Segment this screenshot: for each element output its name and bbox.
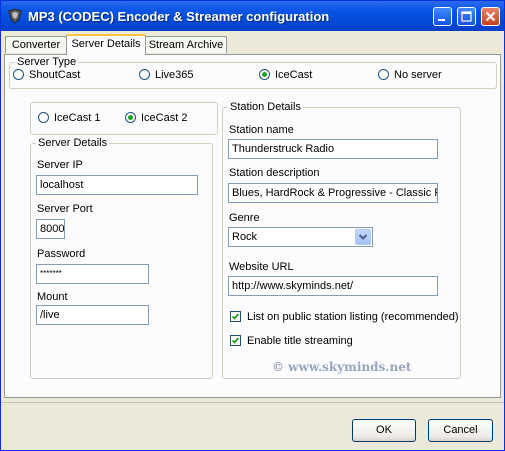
minimize-icon — [438, 19, 445, 21]
watermark: © www.skyminds.net — [272, 360, 412, 374]
server-type-group: Server Type ShoutCast Live365 IceCast No… — [9, 56, 497, 89]
cancel-button[interactable]: Cancel — [428, 419, 493, 442]
server-ip-label: Server IP — [37, 159, 83, 171]
chevron-down-icon — [358, 234, 368, 240]
genre-select[interactable]: Rock — [228, 227, 373, 247]
public-listing-checkbox[interactable]: List on public station listing (recommen… — [230, 311, 459, 324]
radio-icon — [378, 69, 389, 80]
password-label: Password — [37, 248, 86, 260]
app-icon — [8, 8, 22, 24]
checkbox-icon — [230, 311, 241, 322]
server-details-panel: Server Type ShoutCast Live365 IceCast No… — [4, 54, 501, 398]
server-type-legend: Server Type — [15, 56, 79, 69]
title-bar[interactable]: MP3 (CODEC) Encoder & Streamer configura… — [1, 1, 504, 31]
tab-stream-archive[interactable]: Stream Archive — [145, 36, 227, 53]
dropdown-button[interactable] — [355, 229, 371, 245]
maximize-icon — [461, 11, 472, 22]
website-url-input[interactable]: http://www.skyminds.net/ — [228, 276, 438, 296]
title-streaming-checkbox[interactable]: Enable title streaming — [230, 335, 353, 348]
server-port-label: Server Port — [37, 203, 93, 215]
server-details-group: Server Details Server IP localhost Serve… — [30, 137, 213, 379]
tab-strip: Converter Server Details Stream Archive — [4, 34, 501, 55]
close-icon — [485, 11, 496, 22]
radio-shoutcast[interactable]: ShoutCast — [13, 69, 80, 82]
radio-icon — [139, 69, 150, 80]
dialog-window: MP3 (CODEC) Encoder & Streamer configura… — [0, 0, 505, 451]
radio-icecast[interactable]: IceCast — [259, 69, 312, 82]
station-description-input[interactable]: Blues, HardRock & Progressive - Classic … — [228, 183, 438, 203]
close-button[interactable] — [481, 7, 500, 26]
website-url-label: Website URL — [229, 261, 294, 273]
icecast-version-group: IceCast 1 IceCast 2 — [30, 102, 218, 135]
station-description-label: Station description — [229, 167, 320, 179]
station-name-input[interactable]: Thunderstruck Radio — [228, 139, 438, 159]
radio-no-server[interactable]: No server — [378, 69, 442, 82]
radio-icecast-1[interactable]: IceCast 1 — [38, 112, 100, 125]
mount-input[interactable]: /live — [36, 305, 149, 325]
genre-value: Rock — [232, 231, 258, 243]
mount-label: Mount — [37, 291, 68, 303]
radio-selected-icon — [125, 112, 136, 123]
server-ip-input[interactable]: localhost — [36, 175, 198, 195]
station-details-legend: Station Details — [228, 101, 303, 114]
server-port-input[interactable]: 8000 — [36, 219, 65, 239]
minimize-button[interactable] — [433, 7, 452, 26]
radio-selected-icon — [259, 69, 270, 80]
radio-live365[interactable]: Live365 — [139, 69, 194, 82]
radio-icecast-2[interactable]: IceCast 2 — [125, 112, 187, 125]
ok-button[interactable]: OK — [352, 419, 416, 442]
station-details-group: Station Details Station name Thunderstru… — [222, 101, 461, 379]
tab-server-details[interactable]: Server Details — [66, 34, 146, 55]
radio-icon — [13, 69, 24, 80]
maximize-button[interactable] — [457, 7, 476, 26]
window-title: MP3 (CODEC) Encoder & Streamer configura… — [28, 9, 330, 24]
server-details-legend: Server Details — [36, 137, 110, 150]
genre-label: Genre — [229, 212, 260, 224]
station-name-label: Station name — [229, 124, 294, 136]
radio-icon — [38, 112, 49, 123]
tab-converter[interactable]: Converter — [5, 36, 67, 53]
checkbox-icon — [230, 335, 241, 346]
password-input[interactable]: ******* — [36, 264, 149, 284]
footer-divider — [1, 402, 504, 403]
